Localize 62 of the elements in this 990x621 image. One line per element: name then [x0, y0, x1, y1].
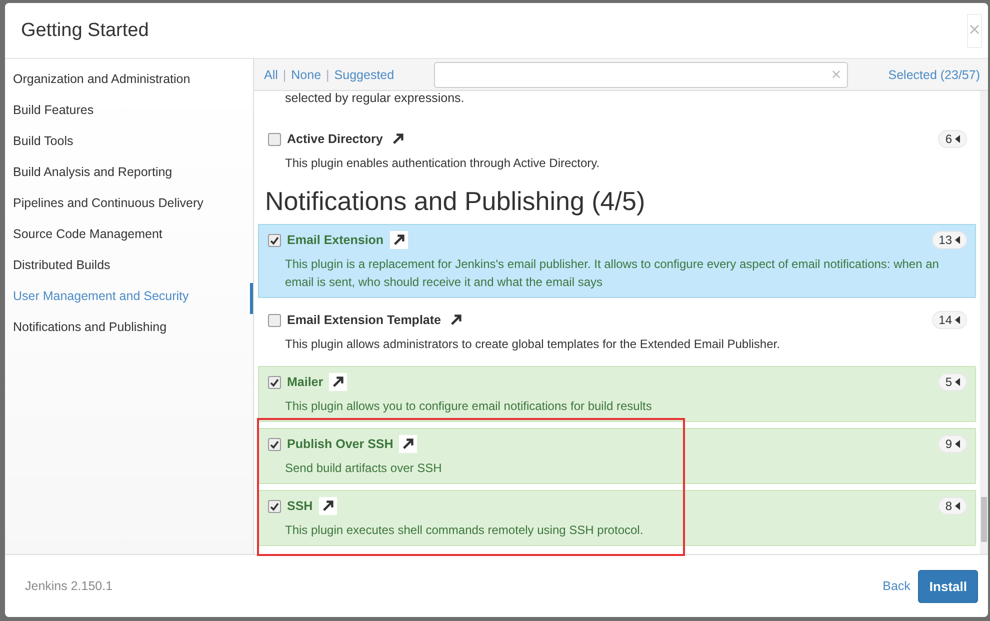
plugin-description: This plugin allows administrators to create global templates for the Extended Email Publisher.: [285, 336, 781, 353]
dependency-count[interactable]: 5: [938, 373, 967, 391]
checkbox[interactable]: [268, 132, 281, 146]
plugin-name: Active Directory: [287, 132, 383, 146]
sidebar-item[interactable]: Source Code Management: [5, 221, 253, 252]
plugin-card[interactable]: Mailer 5 This plugin allows you to configure email notifications for build results: [258, 366, 976, 422]
caret-icon: [955, 440, 960, 448]
plugin-description: selected by regular expressions.: [284, 91, 466, 105]
sidebar-item[interactable]: Pipelines and Continuous Delivery: [5, 190, 253, 221]
checkbox[interactable]: [268, 438, 281, 450]
check-icon: [270, 502, 279, 510]
back-link[interactable]: Back: [882, 579, 910, 593]
version-label: Jenkins 2.150.1: [25, 579, 113, 593]
separator: |: [326, 68, 330, 82]
dependency-count[interactable]: 9: [938, 435, 967, 453]
sidebar-item[interactable]: Build Tools: [5, 128, 253, 159]
dependency-count[interactable]: 6: [938, 130, 967, 148]
external-link-icon[interactable]: [329, 373, 348, 391]
dependency-count[interactable]: 14: [932, 311, 967, 329]
sidebar-item[interactable]: Organization and Administration: [5, 66, 253, 97]
plugin-card[interactable]: Active Directory 6 This plugin enables authentication through Active Directory.: [258, 123, 976, 179]
caret-icon: [955, 236, 960, 244]
check-icon: [270, 440, 279, 448]
caret-icon: [955, 316, 960, 324]
sidebar-item[interactable]: User Management and Security: [5, 283, 253, 314]
scrollbar[interactable]: [980, 91, 988, 554]
plugin-card[interactable]: Email Extension Template 14 This plugin allows administrators to create global templates for the Extended Email Publisher.: [258, 304, 976, 360]
plugin-name: Email Extension: [287, 233, 384, 247]
plugin-name: Publish Over SSH: [287, 437, 394, 451]
sidebar-item[interactable]: Build Features: [5, 97, 253, 128]
check-icon: [270, 378, 279, 386]
dependency-count[interactable]: 13: [932, 231, 967, 249]
plugin-name: Mailer: [287, 375, 324, 389]
external-link-icon[interactable]: [399, 435, 418, 453]
plugin-description: Send build artifacts over SSH: [285, 460, 443, 477]
caret-icon: [955, 378, 960, 386]
install-button[interactable]: Install: [918, 570, 978, 602]
plugin-description: This plugin enables authentication through Active Directory.: [285, 155, 601, 172]
category-heading: Notifications and Publishing (4/5): [265, 186, 646, 217]
sidebar-item[interactable]: Build Analysis and Reporting: [5, 159, 253, 190]
sidebar-item[interactable]: Distributed Builds: [5, 252, 253, 283]
caret-icon: [955, 502, 960, 510]
plugin-card[interactable]: [258, 224, 976, 298]
sidebar-item[interactable]: Notifications and Publishing: [5, 314, 253, 345]
plugin-description: This plugin is a replacement for Jenkins's email publisher. It allows to configure every aspect of email notifications: when an email is sent, who should receive it and what the email says: [285, 256, 940, 291]
external-link-icon[interactable]: [390, 231, 408, 249]
plugin-name: SSH: [287, 499, 313, 513]
checkbox[interactable]: [268, 234, 281, 246]
checkbox[interactable]: [268, 500, 281, 512]
dialog-title: Getting Started: [21, 20, 149, 42]
plugin-description: This plugin allows you to configure email notifications for build results: [285, 398, 653, 415]
checkbox[interactable]: [268, 314, 281, 326]
checkbox[interactable]: [268, 376, 281, 388]
plugin-card[interactable]: Publish Over SSH 9 Send build artifacts over SSH: [258, 428, 976, 484]
plugin-name: Email Extension Template: [287, 313, 441, 327]
dependency-count[interactable]: 8: [938, 497, 967, 515]
plugin-card[interactable]: SSH 8 This plugin executes shell commands remotely using SSH protocol.: [258, 490, 976, 546]
check-icon: [270, 236, 279, 244]
separator: |: [282, 68, 286, 82]
plugin-description: This plugin executes shell commands remotely using SSH protocol.: [285, 522, 644, 539]
external-link-icon[interactable]: [318, 497, 337, 515]
caret-icon: [955, 135, 960, 143]
